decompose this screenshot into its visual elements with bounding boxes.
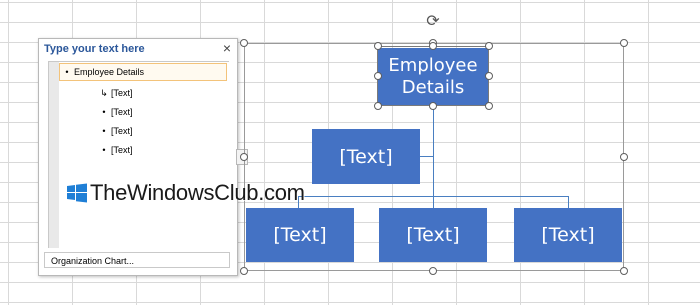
shape-resize-handle[interactable] <box>374 72 382 80</box>
list-item[interactable]: ↳ [Text] <box>97 85 133 101</box>
bullet-icon: • <box>102 126 106 136</box>
connector-line <box>420 156 433 157</box>
shape-resize-handle[interactable] <box>374 102 382 110</box>
list-item-text[interactable]: Employee Details <box>74 67 144 77</box>
list-item-text[interactable]: [Text] <box>111 107 133 117</box>
text-pane-title: Type your text here <box>44 43 145 55</box>
shape-resize-handle[interactable] <box>485 102 493 110</box>
org-subordinate-shape[interactable]: [Text] <box>379 208 487 262</box>
text-pane-strip <box>49 62 59 248</box>
shape-resize-handle[interactable] <box>485 42 493 50</box>
org-subordinate-shape[interactable]: [Text] <box>514 208 622 262</box>
resize-handle[interactable] <box>620 39 628 47</box>
layout-name-link[interactable]: Organization Chart... <box>44 252 230 268</box>
list-item[interactable]: • [Text] <box>97 142 133 158</box>
watermark-text: TheWindowsClub.com <box>90 180 305 205</box>
windows-logo-icon <box>67 183 87 203</box>
resize-handle[interactable] <box>240 39 248 47</box>
arrow-icon: ↳ <box>100 88 108 98</box>
connector-line <box>433 105 434 196</box>
bullet-icon: • <box>102 107 106 117</box>
resize-handle[interactable] <box>620 267 628 275</box>
org-subordinate-shape[interactable]: [Text] <box>246 208 354 262</box>
connector-line <box>568 196 569 208</box>
rotate-handle-icon[interactable]: ⟳ <box>424 13 442 31</box>
resize-handle[interactable] <box>620 153 628 161</box>
close-icon[interactable]: × <box>223 41 231 55</box>
list-item[interactable]: • [Text] <box>97 104 133 120</box>
list-item-text[interactable]: [Text] <box>111 145 133 155</box>
shape-resize-handle[interactable] <box>429 102 437 110</box>
connector-line <box>433 196 434 208</box>
list-item-text[interactable]: [Text] <box>111 126 133 136</box>
shape-resize-handle[interactable] <box>374 42 382 50</box>
list-item-text[interactable]: [Text] <box>111 88 133 98</box>
shape-resize-handle[interactable] <box>485 72 493 80</box>
resize-handle[interactable] <box>429 267 437 275</box>
list-item[interactable]: • Employee Details <box>59 63 227 81</box>
org-top-shape[interactable]: Employee Details <box>378 48 488 105</box>
text-pane-list: • Employee Details ↳ [Text] • [Text] • [Text… <box>48 61 229 248</box>
bullet-icon: • <box>65 67 69 77</box>
smartart-text-pane: Type your text here × • Employee Details … <box>38 38 238 276</box>
list-item[interactable]: • [Text] <box>97 123 133 139</box>
resize-handle[interactable] <box>240 153 248 161</box>
shape-resize-handle[interactable] <box>429 42 437 50</box>
resize-handle[interactable] <box>240 267 248 275</box>
org-assistant-shape[interactable]: [Text] <box>312 129 420 184</box>
watermark: TheWindowsClub.com <box>66 180 305 206</box>
bullet-icon: • <box>102 145 106 155</box>
